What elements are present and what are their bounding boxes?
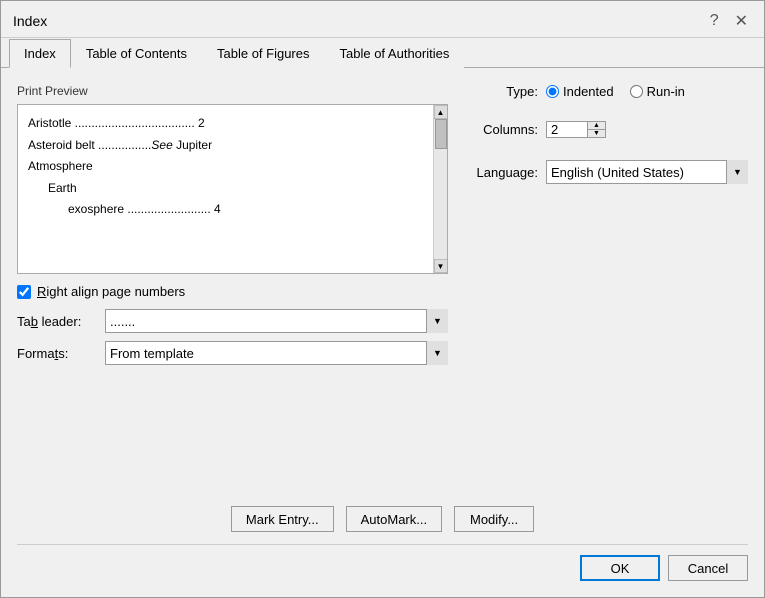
dialog-title: Index xyxy=(13,13,47,29)
preview-content: Aristotle ..............................… xyxy=(28,113,437,221)
tab-leader-row: Tab leader: (none) ....... ------- _____… xyxy=(17,309,448,333)
title-bar: Index ? ✕ xyxy=(1,1,764,38)
type-radio-group: Indented Run-in xyxy=(546,84,685,99)
columns-decrement[interactable]: ▼ xyxy=(588,129,605,137)
formats-select-wrapper: From template Classic Fancy Modern Bulle… xyxy=(105,341,448,365)
main-content: Print Preview Aristotle ................… xyxy=(17,84,748,498)
indented-label: Indented xyxy=(563,84,614,99)
scroll-thumb[interactable] xyxy=(435,119,447,149)
columns-spinner: ▲ ▼ xyxy=(546,121,606,138)
print-preview-label: Print Preview xyxy=(17,84,448,98)
tab-toc[interactable]: Table of Contents xyxy=(71,39,202,68)
preview-box: Aristotle ..............................… xyxy=(17,104,448,274)
title-bar-controls: ? ✕ xyxy=(706,9,752,33)
indented-radio-label[interactable]: Indented xyxy=(546,84,614,99)
left-panel: Print Preview Aristotle ................… xyxy=(17,84,448,498)
type-label: Type: xyxy=(468,84,538,99)
formats-select[interactable]: From template Classic Fancy Modern Bulle… xyxy=(105,341,448,365)
preview-row-3: Earth xyxy=(48,178,437,200)
right-align-row: Right align page numbers xyxy=(17,284,448,299)
ok-cancel-buttons: OK Cancel xyxy=(17,544,748,581)
cancel-button[interactable]: Cancel xyxy=(668,555,748,581)
tab-bar: Index Table of Contents Table of Figures… xyxy=(1,38,764,68)
action-buttons: Mark Entry... AutoMark... Modify... xyxy=(17,506,748,532)
scroll-down[interactable]: ▼ xyxy=(434,259,448,273)
language-select[interactable]: English (United States) English (United … xyxy=(546,160,748,184)
tab-toa[interactable]: Table of Authorities xyxy=(325,39,465,68)
spin-buttons: ▲ ▼ xyxy=(587,122,605,137)
tab-leader-select-wrapper: (none) ....... ------- _______ ▼ xyxy=(105,309,448,333)
right-panel: Type: Indented Run-in Columns: xyxy=(468,84,748,498)
language-select-wrapper: English (United States) English (United … xyxy=(546,160,748,184)
runin-radio-label[interactable]: Run-in xyxy=(630,84,685,99)
type-row: Type: Indented Run-in xyxy=(468,84,748,99)
columns-input[interactable] xyxy=(547,122,587,137)
scroll-up[interactable]: ▲ xyxy=(434,105,448,119)
preview-scrollbar[interactable]: ▲ ▼ xyxy=(433,105,447,273)
close-button[interactable]: ✕ xyxy=(731,9,752,33)
formats-row: Formats: From template Classic Fancy Mod… xyxy=(17,341,448,365)
index-dialog: Index ? ✕ Index Table of Contents Table … xyxy=(0,0,765,598)
columns-row: Columns: ▲ ▼ xyxy=(468,121,748,138)
runin-label: Run-in xyxy=(647,84,685,99)
tab-index[interactable]: Index xyxy=(9,39,71,68)
scroll-track xyxy=(434,119,447,259)
bottom-section: Mark Entry... AutoMark... Modify... OK C… xyxy=(17,498,748,581)
dialog-body: Print Preview Aristotle ................… xyxy=(1,68,764,597)
right-align-checkbox[interactable] xyxy=(17,285,31,299)
modify-button[interactable]: Modify... xyxy=(454,506,534,532)
help-button[interactable]: ? xyxy=(706,10,723,32)
automark-button[interactable]: AutoMark... xyxy=(346,506,442,532)
columns-label: Columns: xyxy=(468,122,538,137)
tab-leader-label: Tab leader: xyxy=(17,314,97,329)
indented-radio[interactable] xyxy=(546,85,559,98)
language-label: Language: xyxy=(468,165,538,180)
preview-row-1: Asteroid belt ................See Jupite… xyxy=(28,135,437,157)
tab-tof[interactable]: Table of Figures xyxy=(202,39,325,68)
runin-radio[interactable] xyxy=(630,85,643,98)
preview-row-2: Atmosphere xyxy=(28,156,437,178)
formats-label: Formats: xyxy=(17,346,97,361)
ok-button[interactable]: OK xyxy=(580,555,660,581)
tab-leader-select[interactable]: (none) ....... ------- _______ xyxy=(105,309,448,333)
mark-entry-button[interactable]: Mark Entry... xyxy=(231,506,334,532)
language-row: Language: English (United States) Englis… xyxy=(468,160,748,184)
preview-row-0: Aristotle ..............................… xyxy=(28,113,437,135)
preview-row-4: exosphere ......................... 4 xyxy=(68,199,437,221)
columns-increment[interactable]: ▲ xyxy=(588,122,605,129)
right-align-label[interactable]: Right align page numbers xyxy=(37,284,185,299)
